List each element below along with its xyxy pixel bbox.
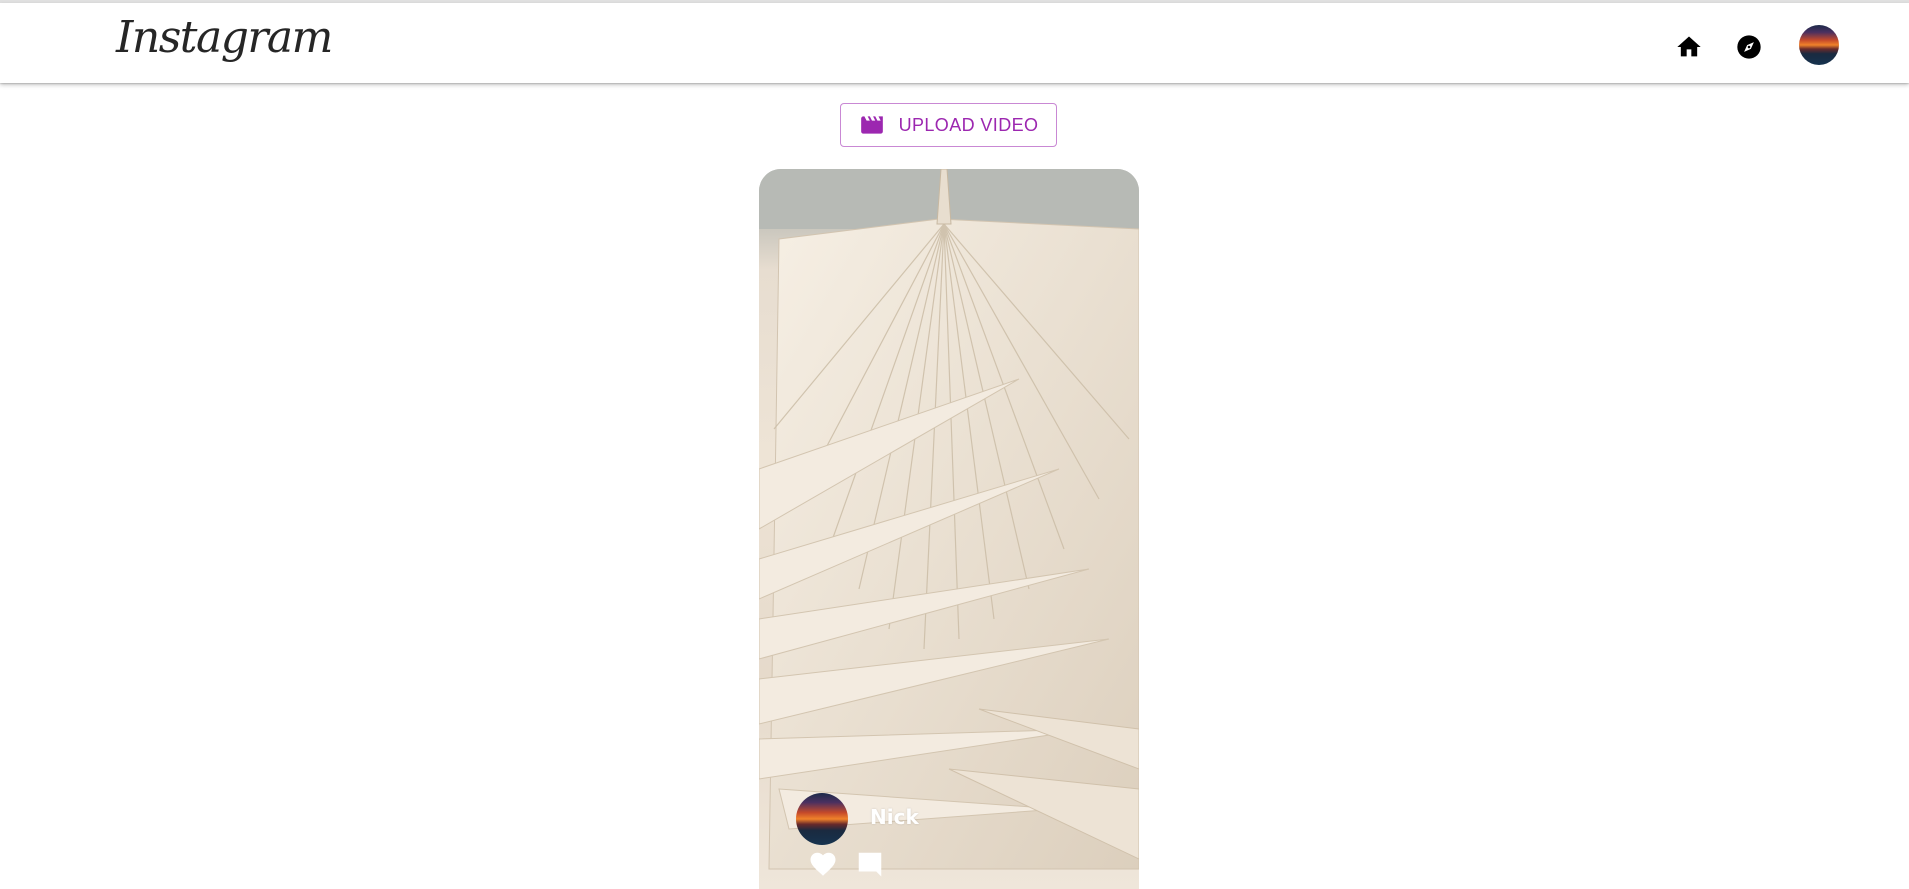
avatar-image <box>1799 25 1839 65</box>
explore-compass-icon[interactable] <box>1728 26 1770 68</box>
post-author-avatar[interactable] <box>796 793 848 845</box>
movie-clapperboard-icon <box>860 116 883 134</box>
avatar-image <box>796 793 848 845</box>
upload-video-label: UPLOAD VIDEO <box>898 114 1039 135</box>
video-post-card[interactable]: Nick <box>759 169 1139 889</box>
heart-icon[interactable] <box>808 849 838 879</box>
post-username[interactable]: Nick <box>870 805 919 829</box>
profile-avatar[interactable] <box>1799 25 1839 65</box>
instagram-logo[interactable]: Instagram <box>116 13 333 63</box>
home-icon[interactable] <box>1668 26 1710 68</box>
upload-video-button[interactable]: UPLOAD VIDEO <box>840 103 1057 147</box>
app-bar: Instagram <box>0 3 1909 83</box>
comment-icon[interactable] <box>855 849 885 879</box>
video-frame-image <box>759 169 1139 870</box>
